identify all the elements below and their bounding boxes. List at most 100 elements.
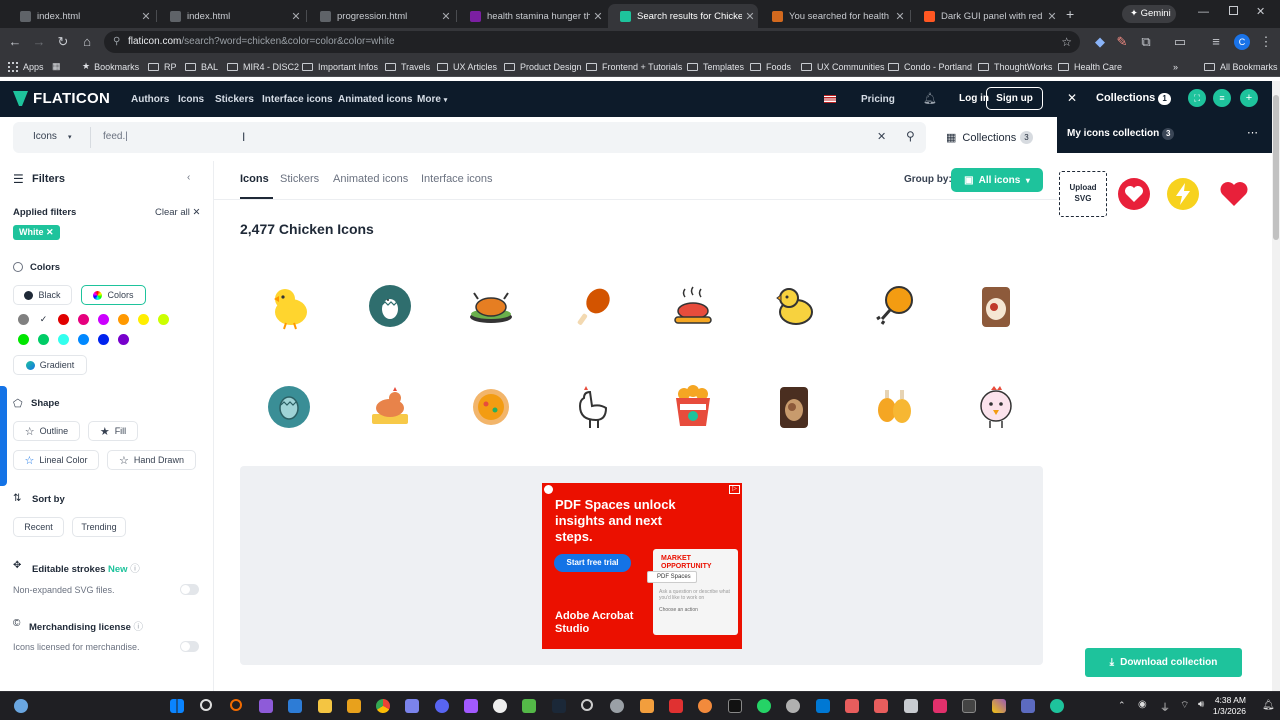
app-icon[interactable] xyxy=(640,699,654,713)
color-swatch[interactable] xyxy=(98,334,109,345)
clock[interactable]: 4:38 AM 1/3/2026 xyxy=(1213,695,1246,717)
list-icon[interactable]: ≡ xyxy=(1213,89,1231,107)
shape-outline-button[interactable]: ☆ Outline xyxy=(13,421,80,441)
app-icon[interactable] xyxy=(1021,699,1035,713)
close-icon[interactable]: ✕ xyxy=(138,10,154,23)
color-swatch[interactable] xyxy=(98,314,109,325)
nav-interface-icons[interactable]: Interface icons xyxy=(262,94,333,105)
bell-icon[interactable]: 🔔︎ xyxy=(923,92,937,105)
color-swatch[interactable]: ✓ xyxy=(38,314,49,325)
tab-index-1[interactable]: index.html ✕ xyxy=(8,4,154,28)
tray-app-icon[interactable]: ◉ xyxy=(1138,699,1147,710)
weather-icon[interactable] xyxy=(14,699,28,713)
nav-stickers[interactable]: Stickers xyxy=(215,94,254,105)
steam-icon[interactable] xyxy=(552,699,566,713)
figma-icon[interactable] xyxy=(464,699,478,713)
app-icon[interactable] xyxy=(522,699,536,713)
upload-svg-button[interactable]: Upload SVG xyxy=(1059,171,1107,217)
clear-all-button[interactable]: Clear all ✕ xyxy=(155,207,200,218)
close-icon[interactable]: ✕ xyxy=(438,10,454,23)
more-bookmarks-icon[interactable]: » xyxy=(1173,59,1178,74)
app-icon[interactable] xyxy=(874,699,888,713)
bookmark-folder[interactable]: MIR4 - DISC2 xyxy=(227,59,299,74)
feed-sack-icon[interactable] xyxy=(767,380,821,434)
bookmark-folder[interactable]: UX Articles xyxy=(437,59,497,74)
group-by-select[interactable]: ▣ All icons ▾ xyxy=(951,168,1043,192)
drumstick-orange-icon[interactable] xyxy=(868,279,922,333)
sort-trending-button[interactable]: Trending xyxy=(72,517,126,537)
merch-toggle[interactable] xyxy=(180,641,199,652)
bookmark-folder[interactable]: Product Design xyxy=(504,59,582,74)
more-options-icon[interactable]: ⋯ xyxy=(1247,126,1258,139)
tab-craftpix[interactable]: You searched for health - Cra✕ xyxy=(760,4,908,28)
app-icon[interactable] xyxy=(845,699,859,713)
editable-strokes-toggle[interactable] xyxy=(180,584,199,595)
bookmark-folder[interactable]: BAL xyxy=(185,59,218,74)
app-icon[interactable] xyxy=(493,699,507,713)
forward-icon[interactable]: → xyxy=(31,34,47,50)
notion-icon[interactable] xyxy=(728,699,742,713)
copilot-icon[interactable] xyxy=(259,699,273,713)
maximize-button[interactable] xyxy=(1229,6,1238,15)
collapse-filters-icon[interactable]: ‹ xyxy=(187,172,190,183)
all-bookmarks[interactable]: All Bookmarks xyxy=(1204,59,1278,74)
site-info-icon[interactable]: ⚲ xyxy=(113,31,120,53)
search-input[interactable]: feed.| xyxy=(103,131,128,142)
close-icon[interactable]: ✕ xyxy=(590,10,606,23)
search-type-select[interactable]: Icons ▾ xyxy=(33,131,72,142)
tab-search-icon[interactable]: ≡ xyxy=(1208,34,1224,50)
side-handle[interactable] xyxy=(0,386,7,486)
shape-hand-drawn-button[interactable]: ☆ Hand Drawn xyxy=(107,450,196,470)
color-swatch[interactable] xyxy=(78,314,89,325)
tray-chevron-icon[interactable]: ⌃ xyxy=(1118,700,1126,711)
bookmark-folder[interactable]: Health Care xyxy=(1058,59,1122,74)
bookmark-bookmarks[interactable]: ★ Bookmarks xyxy=(82,59,139,74)
app-icon[interactable] xyxy=(992,699,1006,713)
app-icon[interactable] xyxy=(1050,699,1064,713)
app-icon[interactable] xyxy=(230,699,242,711)
roast-chicken-platter-icon[interactable] xyxy=(464,279,518,333)
discord-icon[interactable] xyxy=(435,699,449,713)
gradient-button[interactable]: Gradient xyxy=(13,355,87,375)
tab-animated-icons[interactable]: Animated icons xyxy=(333,173,408,185)
chicken-soup-icon[interactable] xyxy=(464,380,518,434)
flaticon-logo[interactable]: FLATICON xyxy=(13,90,110,107)
color-colors-button[interactable]: Colors xyxy=(81,285,146,305)
terminal-icon[interactable] xyxy=(962,699,976,713)
mic-icon[interactable]: ⏚ xyxy=(1160,699,1170,714)
us-flag-icon[interactable] xyxy=(824,95,836,103)
egg-badge-icon[interactable] xyxy=(262,380,316,434)
close-window-button[interactable]: ✕ xyxy=(1256,5,1265,18)
bookmark-apps[interactable]: Apps xyxy=(8,59,44,74)
tab-index-2[interactable]: index.html ✕ xyxy=(158,4,304,28)
reload-icon[interactable]: ↻ xyxy=(55,34,71,50)
nav-pricing[interactable]: Pricing xyxy=(861,94,895,105)
app-icon[interactable] xyxy=(581,699,593,711)
search-icon[interactable]: ⚲ xyxy=(906,129,915,143)
extension-icon[interactable]: ✎ xyxy=(1114,34,1130,50)
nav-more[interactable]: More ▾ xyxy=(417,94,447,105)
shape-fill-button[interactable]: ★ Fill xyxy=(88,421,138,441)
chrome-icon[interactable] xyxy=(376,699,390,713)
bookmark-folder[interactable]: Templates xyxy=(687,59,744,74)
back-icon[interactable]: ← xyxy=(7,34,23,50)
close-panel-icon[interactable]: ✕ xyxy=(1067,91,1077,105)
home-icon[interactable]: ⌂ xyxy=(79,34,95,50)
bookmark-grid[interactable]: ▦ xyxy=(52,59,61,74)
filter-chip-white[interactable]: White ✕ xyxy=(13,225,60,240)
tab-interface-icons[interactable]: Interface icons xyxy=(421,173,493,185)
hatching-egg-icon[interactable] xyxy=(363,279,417,333)
drumstick-icon[interactable] xyxy=(565,279,619,333)
ad-info-icon[interactable] xyxy=(544,485,553,494)
address-bar[interactable]: ⚲ flaticon.com/search?word=chicken&color… xyxy=(104,31,1080,53)
tab-stickers[interactable]: Stickers xyxy=(280,173,319,185)
collections-button[interactable]: ▦ Collections 3 xyxy=(946,131,1033,144)
extension-icon[interactable]: ◆ xyxy=(1092,34,1108,50)
bookmark-folder[interactable]: RP xyxy=(148,59,177,74)
notification-bell-icon[interactable]: 🔔︎ xyxy=(1262,700,1275,711)
app-icon[interactable] xyxy=(933,699,947,713)
tab-icons[interactable]: Icons xyxy=(240,173,269,185)
bookmark-folder[interactable]: Frontend + Tutorials xyxy=(586,59,682,74)
extensions-puzzle-icon[interactable]: ⧉ xyxy=(1138,34,1154,50)
info-icon[interactable]: ⓘ xyxy=(130,564,140,575)
